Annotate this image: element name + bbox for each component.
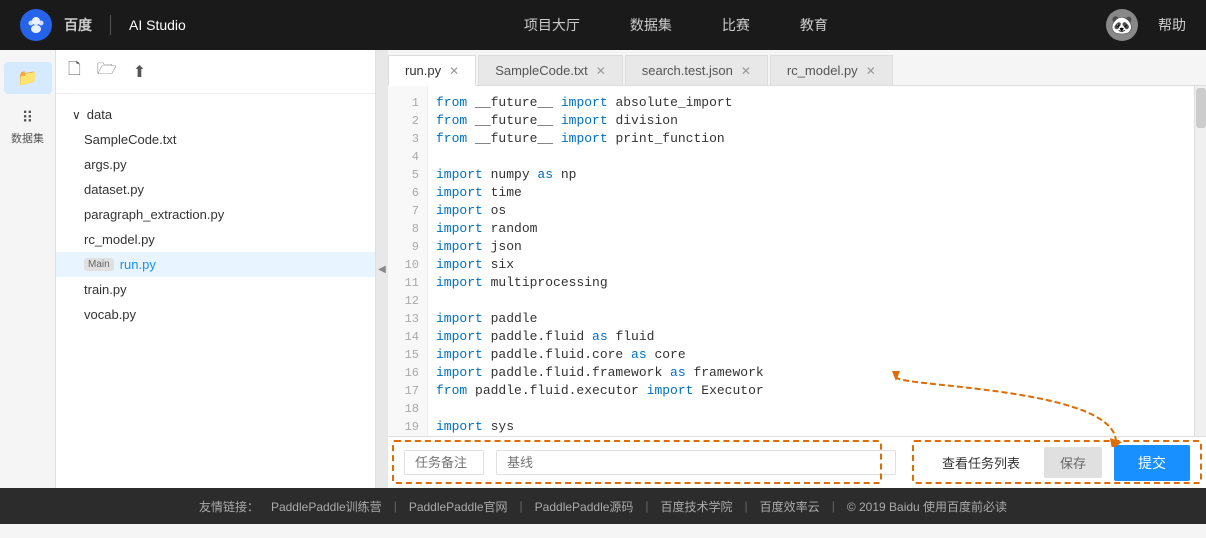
file-args[interactable]: args.py bbox=[56, 152, 375, 177]
file-name-train: train.py bbox=[84, 282, 127, 297]
tab-rcmodel[interactable]: rc_model.py ✕ bbox=[770, 55, 893, 85]
new-folder-btn[interactable]: 🗁 bbox=[97, 58, 117, 85]
grid-icon: ⠿ bbox=[22, 108, 34, 128]
tab-searchtest-label: search.test.json bbox=[642, 63, 733, 78]
file-name-dataset: dataset.py bbox=[84, 182, 144, 197]
tab-runpy-label: run.py bbox=[405, 63, 441, 78]
tab-runpy[interactable]: run.py ✕ bbox=[388, 55, 476, 86]
file-panel-header: 🗋 🗁 ⬆ bbox=[56, 50, 375, 94]
sidebar-btn-files[interactable]: 📁 bbox=[4, 62, 52, 94]
baseline-input[interactable] bbox=[496, 450, 896, 475]
footer-link-tech[interactable]: 百度技术学院 bbox=[661, 498, 733, 515]
file-name-runpy: run.py bbox=[120, 257, 156, 272]
file-panel: 🗋 🗁 ⬆ ∨ data SampleCode.txt args.py data… bbox=[56, 50, 376, 488]
nav-item-projects[interactable]: 项目大厅 bbox=[524, 15, 580, 35]
footer-link-training[interactable]: PaddlePaddle训练营 bbox=[271, 498, 382, 515]
file-samplecode[interactable]: SampleCode.txt bbox=[56, 127, 375, 152]
left-sidebar: 📁 ⠿ 数据集 bbox=[0, 50, 56, 488]
baidu-text: 百度 bbox=[64, 15, 92, 35]
scrollbar-thumb[interactable] bbox=[1196, 88, 1206, 128]
editor-area: run.py ✕ SampleCode.txt ✕ search.test.js… bbox=[388, 50, 1206, 488]
folder-icon: 📁 bbox=[18, 68, 38, 88]
file-tree: ∨ data SampleCode.txt args.py dataset.py… bbox=[56, 94, 375, 335]
logo-area: 百度 AI Studio bbox=[20, 9, 186, 41]
file-paragraph[interactable]: paragraph_extraction.py bbox=[56, 202, 375, 227]
vertical-scrollbar[interactable] bbox=[1194, 86, 1206, 436]
editor-tabs: run.py ✕ SampleCode.txt ✕ search.test.js… bbox=[388, 50, 1206, 86]
code-content[interactable]: from __future__ import absolute_import f… bbox=[428, 86, 1194, 436]
logo-separator bbox=[110, 15, 111, 35]
file-name-rcmodel: rc_model.py bbox=[84, 232, 155, 247]
footer-link-source[interactable]: PaddlePaddle源码 bbox=[535, 498, 634, 515]
nav-item-competition[interactable]: 比赛 bbox=[722, 15, 750, 35]
file-train[interactable]: train.py bbox=[56, 277, 375, 302]
tab-samplecode[interactable]: SampleCode.txt ✕ bbox=[478, 55, 623, 85]
footer-link-efficiency[interactable]: 百度效率云 bbox=[760, 498, 820, 515]
task-list-button[interactable]: 查看任务列表 bbox=[930, 447, 1032, 478]
file-name-paragraph: paragraph_extraction.py bbox=[84, 207, 224, 222]
footer-copyright: © 2019 Baidu 使用百度前必读 bbox=[847, 498, 1007, 515]
tab-searchtest[interactable]: search.test.json ✕ bbox=[625, 55, 768, 85]
footer: 友情链接： PaddlePaddle训练营 | PaddlePaddle官网 |… bbox=[0, 488, 1206, 524]
baidu-bear-icon bbox=[20, 9, 52, 41]
line-numbers: 1 2 3 4 5 6 7 8 9 10 11 12 13 14 15 16 1… bbox=[388, 86, 428, 436]
tab-samplecode-label: SampleCode.txt bbox=[495, 63, 588, 78]
folder-data[interactable]: ∨ data bbox=[56, 102, 375, 127]
main-content: 📁 ⠿ 数据集 🗋 🗁 ⬆ ∨ data SampleCode.txt args… bbox=[0, 50, 1206, 488]
sidebar-btn-dataset[interactable]: ⠿ 数据集 bbox=[4, 102, 52, 152]
main-badge: Main bbox=[84, 258, 114, 271]
file-name-vocab: vocab.py bbox=[84, 307, 136, 322]
nav-items: 项目大厅 数据集 比赛 教育 bbox=[246, 15, 1106, 35]
tab-searchtest-close[interactable]: ✕ bbox=[741, 64, 751, 78]
footer-label: 友情链接： bbox=[199, 498, 259, 515]
upload-btn[interactable]: ⬆ bbox=[133, 62, 146, 82]
folder-name: data bbox=[87, 107, 112, 122]
submit-button[interactable]: 提交 bbox=[1114, 445, 1190, 481]
footer-link-official[interactable]: PaddlePaddle官网 bbox=[409, 498, 508, 515]
ai-studio-label: AI Studio bbox=[129, 17, 186, 33]
tab-rcmodel-label: rc_model.py bbox=[787, 63, 858, 78]
file-dataset[interactable]: dataset.py bbox=[56, 177, 375, 202]
file-name-samplecode: SampleCode.txt bbox=[84, 132, 177, 147]
save-button[interactable]: 保存 bbox=[1044, 447, 1102, 478]
file-runpy[interactable]: Main run.py bbox=[56, 252, 375, 277]
new-file-btn[interactable]: 🗋 bbox=[68, 58, 81, 85]
file-name-args: args.py bbox=[84, 157, 127, 172]
nav-item-education[interactable]: 教育 bbox=[800, 15, 828, 35]
chevron-down-icon: ∨ bbox=[72, 108, 81, 122]
tab-rcmodel-close[interactable]: ✕ bbox=[866, 64, 876, 78]
code-editor[interactable]: 1 2 3 4 5 6 7 8 9 10 11 12 13 14 15 16 1… bbox=[388, 86, 1206, 436]
tab-samplecode-close[interactable]: ✕ bbox=[596, 64, 606, 78]
file-rcmodel[interactable]: rc_model.py bbox=[56, 227, 375, 252]
help-link[interactable]: 帮助 bbox=[1158, 15, 1186, 35]
panel-collapse-button[interactable]: ◀ bbox=[376, 50, 388, 488]
bottom-toolbar: 查看任务列表 保存 提交 bbox=[388, 436, 1206, 488]
tab-runpy-close[interactable]: ✕ bbox=[449, 64, 459, 78]
file-vocab[interactable]: vocab.py bbox=[56, 302, 375, 327]
nav-right: 🐼 帮助 bbox=[1106, 9, 1186, 41]
task-note-input[interactable] bbox=[404, 450, 484, 475]
user-avatar[interactable]: 🐼 bbox=[1106, 9, 1138, 41]
top-navigation: 百度 AI Studio 项目大厅 数据集 比赛 教育 🐼 帮助 bbox=[0, 0, 1206, 50]
dataset-label: 数据集 bbox=[11, 130, 44, 146]
nav-item-dataset[interactable]: 数据集 bbox=[630, 15, 672, 35]
